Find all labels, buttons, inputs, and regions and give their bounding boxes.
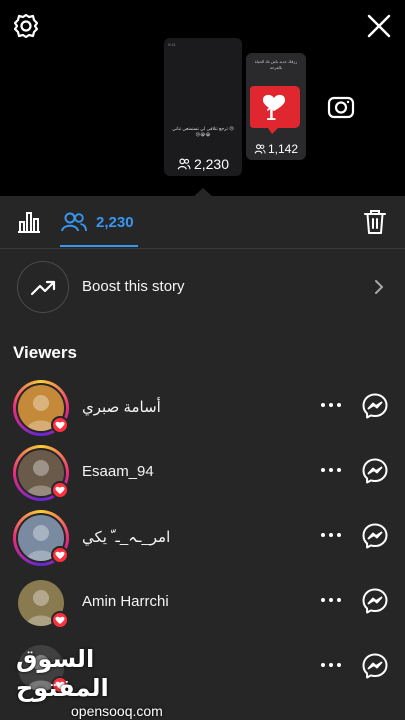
active-tab-indicator xyxy=(60,245,138,247)
liked-heart-icon xyxy=(51,481,69,499)
messenger-icon[interactable] xyxy=(361,457,389,485)
liked-heart-icon xyxy=(51,416,69,434)
story-mini-header: 9:41 xyxy=(168,42,238,47)
viewers-sheet: 2,230 Boost this story Viewers أسامة صبر… xyxy=(0,196,405,720)
current-story-thumbnail[interactable]: 9:41 ترجع تتلاقى لي تستمتعي تتاني 😢😢😭😭 2… xyxy=(164,38,242,176)
viewers-icon xyxy=(61,212,87,232)
story-preview-area: 9:41 ترجع تتلاقى لي تستمتعي تتاني 😢😢😭😭 2… xyxy=(0,0,405,197)
boost-label: Boost this story xyxy=(82,278,185,295)
more-options-icon[interactable] xyxy=(320,465,342,475)
viewer-name[interactable]: أسامة صبري xyxy=(82,398,161,416)
chevron-right-icon xyxy=(375,280,383,294)
gear-icon[interactable] xyxy=(12,12,40,40)
messenger-icon[interactable] xyxy=(361,392,389,420)
tab-viewers-count: 2,230 xyxy=(96,213,134,231)
like-notification-badge: 1 xyxy=(244,84,304,136)
avatar[interactable] xyxy=(13,380,69,436)
previous-story-view-count: 1,142 xyxy=(246,142,306,156)
previous-story-view-count-value: 1,142 xyxy=(267,142,299,156)
more-options-icon[interactable] xyxy=(320,400,342,410)
viewer-name[interactable]: Esaam_94 xyxy=(82,463,154,480)
messenger-icon[interactable] xyxy=(361,587,389,615)
viewer-row[interactable]: Esaam_94 xyxy=(0,439,405,503)
boost-story-row[interactable]: Boost this story xyxy=(0,256,405,320)
trash-icon[interactable] xyxy=(363,209,387,235)
viewer-name[interactable]: امر_ـہ_ـ ّ يكي xyxy=(82,528,170,546)
avatar[interactable] xyxy=(13,575,69,631)
like-count: 1 xyxy=(266,104,277,124)
viewers-heading: Viewers xyxy=(13,343,77,362)
sheet-tabs: 2,230 xyxy=(0,196,405,248)
story-view-count: 2,230 xyxy=(164,156,242,172)
messenger-icon[interactable] xyxy=(361,652,389,680)
opensooq-watermark: السوق المفتوح opensooq.com xyxy=(16,645,186,719)
viewer-row[interactable]: أسامة صبري xyxy=(0,374,405,438)
liked-heart-icon xyxy=(51,611,69,629)
watermark-arabic: السوق المفتوح xyxy=(16,646,109,702)
viewer-name[interactable]: Amin Harrchi xyxy=(82,593,169,610)
liked-heart-icon xyxy=(51,546,69,564)
trending-up-icon xyxy=(30,280,56,296)
story-view-count-value: 2,230 xyxy=(193,156,230,172)
viewers-icon xyxy=(177,158,191,170)
messenger-icon[interactable] xyxy=(361,522,389,550)
story-caption: ترجع تتلاقى لي تستمتعي تتاني 😢😢😭😭 xyxy=(172,126,234,137)
insights-bar-chart-icon[interactable] xyxy=(16,210,42,234)
tab-viewers[interactable]: 2,230 xyxy=(60,210,134,234)
avatar[interactable] xyxy=(13,445,69,501)
viewer-row[interactable]: Amin Harrchi xyxy=(0,569,405,633)
viewers-icon xyxy=(254,144,266,154)
viewer-row[interactable]: امر_ـہ_ـ ّ يكي xyxy=(0,504,405,568)
more-options-icon[interactable] xyxy=(320,530,342,540)
watermark-latin: opensooq.com xyxy=(71,703,163,719)
more-options-icon[interactable] xyxy=(320,595,342,605)
camera-icon[interactable] xyxy=(326,92,356,122)
boost-icon-circle xyxy=(17,261,69,313)
avatar[interactable] xyxy=(13,510,69,566)
story-mini-time: 9:41 xyxy=(168,42,176,47)
more-options-icon[interactable] xyxy=(320,660,342,670)
close-icon[interactable] xyxy=(365,12,393,40)
previous-story-caption: رزقك جديد باش تك الحياة بالفرحة xyxy=(254,59,298,70)
tabs-divider xyxy=(0,248,405,249)
